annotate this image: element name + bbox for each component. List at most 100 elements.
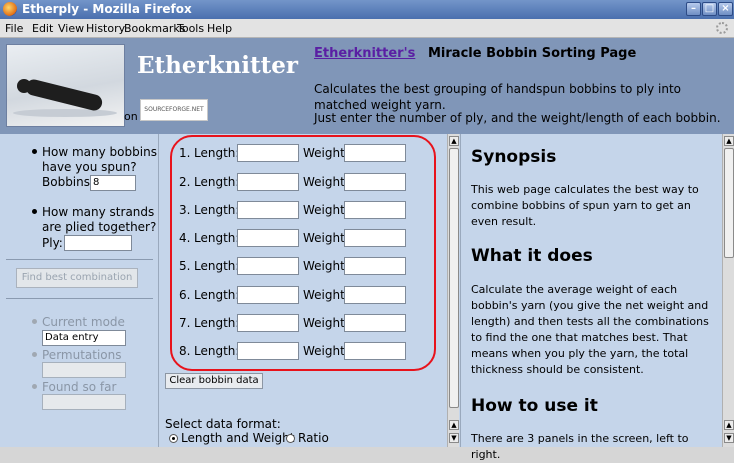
length-label: Length: [194,259,240,273]
how-text: There are 3 panels in the screen, left t… [471,432,689,461]
weight-label: Weight: [303,316,349,330]
length-input[interactable] [237,201,299,219]
length-input[interactable] [237,144,299,162]
q1-line2: have you spun? [42,160,137,174]
length-input[interactable] [237,173,299,191]
current-mode-label: Current mode [42,315,125,329]
weight-input[interactable] [344,201,406,219]
header-photo [6,44,125,127]
weight-label: Weight: [303,288,349,302]
length-input[interactable] [237,229,299,247]
permutations-label: Permutations [42,348,122,362]
what-text: Calculate the average weight of each bob… [471,283,709,376]
length-label: Length: [194,288,240,302]
etherknitter-link[interactable]: Etherknitter's [314,46,415,61]
bobbins-input[interactable]: 8 [90,175,136,191]
q2-line1: How many strands [42,205,155,219]
middle-panel: 1. Length: Weight: 2. Length: Weight: 3.… [159,134,460,447]
menu-help[interactable]: Help [207,22,232,35]
weight-input[interactable] [344,173,406,191]
ply-label: Ply: [42,236,63,250]
q1-line1: How many bobbins [42,145,157,159]
row-number: 2. [179,175,191,189]
description-line2: Just enter the number of ply, and the we… [314,111,721,125]
weight-input[interactable] [344,286,406,304]
row-number: 1. [179,146,191,160]
menu-history[interactable]: History [86,22,125,35]
bullet-icon [32,206,40,214]
weight-input[interactable] [344,257,406,275]
format-option-label: Ratio [298,431,329,445]
bullet-icon [32,146,40,154]
weight-input[interactable] [344,342,406,360]
format-radio-ratio[interactable] [286,434,295,443]
weight-input[interactable] [344,314,406,332]
find-best-combination-button[interactable]: Find best combination [16,268,138,288]
ply-input[interactable] [64,235,132,251]
brand-title: Etherknitter [137,52,299,79]
weight-label: Weight: [303,231,349,245]
on-text: on [124,110,138,123]
format-option-label: Length and Weight [181,431,295,445]
weight-label: Weight: [303,146,349,160]
length-input[interactable] [237,342,299,360]
throbber-icon [716,22,728,34]
format-radio-length-weight[interactable] [169,434,178,443]
length-input[interactable] [237,257,299,275]
clear-bobbin-data-button[interactable]: Clear bobbin data [165,373,263,389]
scroll-thumb[interactable] [724,148,734,258]
bullet-icon [32,349,40,357]
middle-scrollbar[interactable]: ▲ ▲ ▼ [447,134,459,447]
found-so-far-label: Found so far [42,380,117,394]
menu-file[interactable]: File [5,22,23,35]
menu-view[interactable]: View [58,22,84,35]
weight-input[interactable] [344,144,406,162]
menu-tools[interactable]: Tools [177,22,204,35]
page-title: Miracle Bobbin Sorting Page [428,46,637,61]
current-mode-field: Data entry [42,330,126,346]
menu-bar: File Edit View History Bookmarks Tools H… [0,19,734,38]
weight-input[interactable] [344,229,406,247]
scroll-up-icon[interactable]: ▲ [449,136,459,146]
q2-line2: are plied together? [42,220,157,234]
scroll-up-icon[interactable]: ▲ [449,420,459,430]
menu-edit[interactable]: Edit [32,22,53,35]
window-title: Etherply - Mozilla Firefox [22,2,192,16]
description-line1: Calculates the best grouping of handspun… [314,82,681,112]
row-number: 4. [179,231,191,245]
close-icon[interactable]: × [718,2,733,16]
length-label: Length: [194,316,240,330]
length-input[interactable] [237,286,299,304]
how-heading: How to use it [471,396,598,416]
page-header: Etherknitter on SOURCEFORGE.NET Etherkni… [0,38,734,134]
row-number: 7. [179,316,191,330]
format-label: Select data format: [165,417,281,431]
row-number: 5. [179,259,191,273]
found-so-far-field [42,394,126,410]
scroll-down-icon[interactable]: ▼ [724,433,734,443]
length-label: Length: [194,203,240,217]
weight-label: Weight: [303,175,349,189]
scroll-up-icon[interactable]: ▲ [724,136,734,146]
scroll-down-icon[interactable]: ▼ [449,433,459,443]
sourceforge-logo[interactable]: SOURCEFORGE.NET [140,99,208,121]
right-panel: Synopsis This web page calculates the be… [460,134,734,461]
row-number: 8. [179,344,191,358]
left-panel: How many bobbins have you spun? Bobbins:… [0,134,159,447]
minimize-icon[interactable]: – [686,2,701,16]
length-label: Length: [194,231,240,245]
synopsis-text: This web page calculates the best way to… [471,183,699,228]
bobbins-label: Bobbins: [42,175,95,189]
synopsis-heading: Synopsis [471,147,557,167]
firefox-icon [3,2,17,16]
scroll-thumb[interactable] [449,148,459,408]
maximize-icon[interactable]: □ [702,2,717,16]
row-number: 6. [179,288,191,302]
scroll-up-icon[interactable]: ▲ [724,420,734,430]
length-label: Length: [194,146,240,160]
weight-label: Weight: [303,203,349,217]
what-heading: What it does [471,246,593,266]
length-input[interactable] [237,314,299,332]
window-titlebar: Etherply - Mozilla Firefox – □ × [0,0,734,19]
right-scrollbar[interactable]: ▲ ▲ ▼ [722,134,734,447]
